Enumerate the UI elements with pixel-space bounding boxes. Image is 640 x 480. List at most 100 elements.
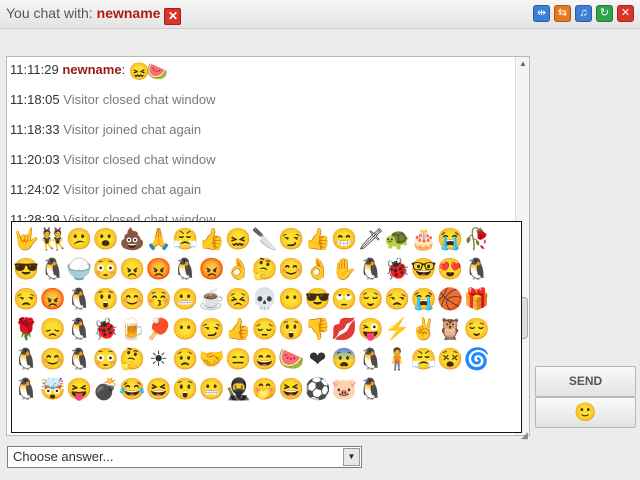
emoticon-option[interactable]: 🎂 <box>411 225 437 255</box>
emoticon-option[interactable]: 🥷 <box>225 375 251 405</box>
emoticon-option[interactable]: 🐧 <box>66 345 92 375</box>
emoticon-option[interactable]: 😭 <box>411 285 437 315</box>
emoticon-option[interactable]: 😵 <box>437 345 463 375</box>
emoticon-option[interactable]: 💩 <box>119 225 145 255</box>
refresh-icon[interactable]: ↻ <box>596 5 613 22</box>
emoticon-option[interactable]: 🏀 <box>437 285 463 315</box>
emoticon-option[interactable]: 🐧 <box>172 255 198 285</box>
emoticon-option[interactable]: 🤭 <box>252 375 278 405</box>
close-chat-icon[interactable]: ✕ <box>164 8 182 25</box>
emoticon-option[interactable]: 😁 <box>331 225 357 255</box>
resize-grip-icon[interactable]: ◢ <box>521 430 528 441</box>
emoticon-option[interactable]: 🤔 <box>119 345 145 375</box>
emoticon-option[interactable]: 🤝 <box>199 345 225 375</box>
emoticon-option[interactable]: 😝 <box>66 375 92 405</box>
emoticon-option[interactable]: 🤓 <box>411 255 437 285</box>
emoticon-option[interactable]: 😌 <box>358 285 384 315</box>
emoticon-option[interactable]: 😚 <box>146 285 172 315</box>
emoticon-option[interactable]: 🐞 <box>93 315 119 345</box>
emoticon-option[interactable]: 👍 <box>199 225 225 255</box>
emoticon-option[interactable]: ❤ <box>305 345 331 375</box>
emoticon-option[interactable]: 🌀 <box>464 345 490 375</box>
emoticon-option[interactable]: 😬 <box>199 375 225 405</box>
emoticon-option[interactable]: 😔 <box>252 315 278 345</box>
emoticon-option[interactable]: 🐧 <box>66 315 92 345</box>
emoticon-option[interactable]: 😍 <box>437 255 463 285</box>
emoticon-option[interactable]: 🐧 <box>40 255 66 285</box>
emoticon-option[interactable]: 💀 <box>252 285 278 315</box>
emoticon-option[interactable]: 😒 <box>13 285 39 315</box>
emoticon-option[interactable]: 🤯 <box>40 375 66 405</box>
emoticon-option[interactable]: 😄 <box>252 345 278 375</box>
emoticon-option[interactable]: ✋ <box>331 255 357 285</box>
emoticon-option[interactable]: 😶 <box>172 315 198 345</box>
emoticon-option[interactable]: 🍚 <box>66 255 92 285</box>
emoticon-option[interactable]: 😬 <box>172 285 198 315</box>
fit-window-icon[interactable]: ⇹ <box>533 5 550 22</box>
emoticon-option[interactable]: 😏 <box>199 315 225 345</box>
emoticon-option[interactable]: 👯 <box>40 225 66 255</box>
emoticon-option[interactable]: 🏓 <box>146 315 172 345</box>
emoticon-option[interactable]: 😲 <box>172 375 198 405</box>
emoticon-option[interactable]: 👌 <box>225 255 251 285</box>
emoticon-option[interactable]: 👍 <box>305 225 331 255</box>
answer-select[interactable]: Choose answer... ▼ <box>7 446 362 468</box>
emoticon-option[interactable]: 🦉 <box>437 315 463 345</box>
emoticon-option[interactable]: 🐧 <box>464 255 490 285</box>
emoticon-option[interactable]: 😮 <box>93 225 119 255</box>
emoticon-option[interactable]: 🥀 <box>464 225 490 255</box>
emoticon-option[interactable]: 😌 <box>464 315 490 345</box>
swap-icon[interactable]: ⇆ <box>554 5 571 22</box>
emoticon-option[interactable]: 🐞 <box>384 255 410 285</box>
emoticon-option[interactable]: 😎 <box>13 255 39 285</box>
emoticon-option[interactable]: 😂 <box>119 375 145 405</box>
music-icon[interactable]: ♫ <box>575 5 592 22</box>
emoticon-option[interactable]: 🔪 <box>252 225 278 255</box>
emoticon-option[interactable]: 😕 <box>66 225 92 255</box>
emoticon-option[interactable]: 😟 <box>172 345 198 375</box>
emoticon-option[interactable]: 😒 <box>384 285 410 315</box>
emoticon-option[interactable]: 🤟 <box>13 225 39 255</box>
emoticon-option[interactable]: 👌 <box>305 255 331 285</box>
emoticon-option[interactable]: 😤 <box>411 345 437 375</box>
emoticon-option[interactable]: 🙄 <box>331 285 357 315</box>
emoticon-option[interactable]: 🍉 <box>278 345 304 375</box>
emoticon-option[interactable]: 👎 <box>305 315 331 345</box>
emoticon-option[interactable]: 😣 <box>225 285 251 315</box>
emoticon-option[interactable]: 😆 <box>146 375 172 405</box>
emoticon-option[interactable]: 😡 <box>40 285 66 315</box>
emoticon-option[interactable]: 😏 <box>278 225 304 255</box>
emoticon-option[interactable]: 😡 <box>146 255 172 285</box>
emoticon-option[interactable]: 🐧 <box>358 345 384 375</box>
emoticon-option[interactable]: 🙏 <box>146 225 172 255</box>
emoticon-option[interactable]: 😊 <box>119 285 145 315</box>
emoticon-option[interactable]: 🗡 <box>358 225 384 255</box>
dropdown-arrow-icon[interactable]: ▼ <box>343 448 360 466</box>
emoticon-option[interactable]: 🧍 <box>384 345 410 375</box>
emoticon-option[interactable]: 💋 <box>331 315 357 345</box>
emoticon-option[interactable]: 😲 <box>93 285 119 315</box>
emoticon-option[interactable]: 💣 <box>93 375 119 405</box>
emoticon-option[interactable]: ⚡ <box>384 315 410 345</box>
emoticon-option[interactable]: 🐷 <box>331 375 357 405</box>
emoticon-option[interactable]: ✌ <box>411 315 437 345</box>
emoticon-option[interactable]: 🐧 <box>358 255 384 285</box>
emoticon-option[interactable]: ⚽ <box>305 375 331 405</box>
emoticon-option[interactable]: 👍 <box>225 315 251 345</box>
emoticon-option[interactable]: ☕ <box>199 285 225 315</box>
emoticon-option[interactable]: 😶 <box>278 285 304 315</box>
emoticon-option[interactable]: 😭 <box>437 225 463 255</box>
emoticon-option[interactable]: 😑 <box>225 345 251 375</box>
emoticon-option[interactable]: 😊 <box>278 255 304 285</box>
emoticon-option[interactable]: 😲 <box>278 315 304 345</box>
emoticon-option[interactable]: 😠 <box>119 255 145 285</box>
emoticon-option[interactable]: 😆 <box>278 375 304 405</box>
emoticon-option[interactable]: 🐧 <box>358 375 384 405</box>
emoticon-option[interactable]: 🤔 <box>252 255 278 285</box>
emoticon-option[interactable]: 😳 <box>93 255 119 285</box>
emoticon-option[interactable]: 😤 <box>172 225 198 255</box>
emoticon-option[interactable]: 😡 <box>199 255 225 285</box>
send-button[interactable]: SEND <box>535 366 636 397</box>
emoticon-option[interactable]: 🌹 <box>13 315 39 345</box>
emoticon-option[interactable]: 🐧 <box>66 285 92 315</box>
